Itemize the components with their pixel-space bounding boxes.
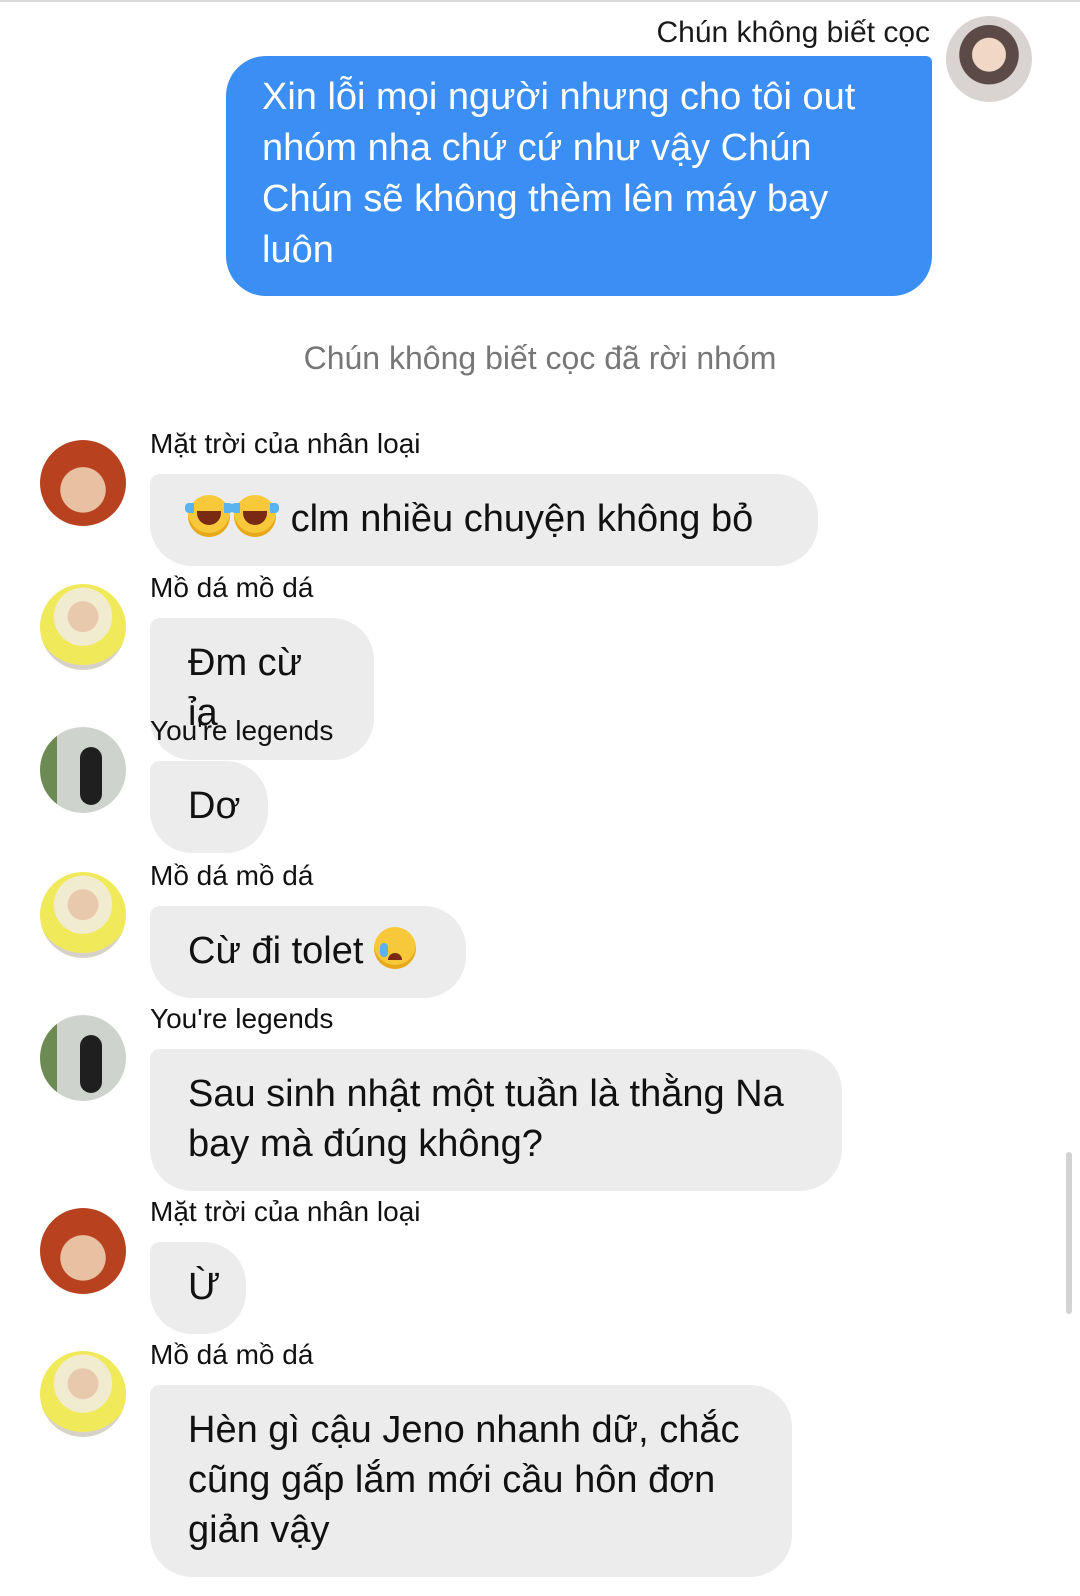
sender-avatar-yellow-shirt[interactable] [40, 584, 126, 670]
message-bubble[interactable]: Sau sinh nhật một tuần là thằng Na bay m… [150, 1049, 842, 1191]
sender-avatar-yellow-shirt[interactable] [40, 872, 126, 958]
system-left-group-notice: Chún không biết cọc đã rời nhóm [303, 340, 777, 376]
sender-name: Mồ dá mồ dá [150, 860, 314, 891]
message-bubble[interactable]: Hèn gì cậu Jeno nhanh dữ, chắc cũng gấp … [150, 1385, 792, 1577]
self-avatar[interactable] [946, 16, 1032, 102]
message-text: Dơ [188, 785, 241, 827]
sender-name: Mồ dá mồ dá [150, 572, 314, 603]
message-bubble[interactable]: Dơ [150, 761, 268, 853]
message-bubble[interactable]: clm nhiều chuyện không bỏ [150, 474, 818, 566]
crying-face-icon [373, 927, 416, 969]
outgoing-message-bubble[interactable]: Xin lỗi mọi người nhưng cho tôi out nhóm… [226, 56, 932, 296]
sender-avatar-yellow-shirt[interactable] [40, 1351, 126, 1437]
laughing-crying-face-icon [185, 495, 233, 537]
sender-name: Mặt trời của nhân loại [150, 1196, 421, 1227]
sender-name: You're legends [150, 1003, 334, 1034]
laughing-crying-face-icon [231, 495, 279, 537]
sender-name: You're legends [150, 715, 334, 746]
sender-avatar-sun[interactable] [40, 1208, 126, 1294]
chat-thread[interactable]: Chún không biết cọc Xin lỗi mọi người nh… [0, 0, 1080, 1596]
message-bubble[interactable]: Cừ đi tolet [150, 906, 466, 998]
self-name: Chún không biết cọc [656, 16, 930, 49]
message-text: Ừ [188, 1266, 221, 1308]
sender-avatar-black-shirt[interactable] [40, 727, 126, 813]
message-text: Sau sinh nhật một tuần là thằng Na bay m… [188, 1073, 784, 1165]
message-text: clm nhiều chuyện không bỏ [290, 498, 754, 540]
message-text: Cừ đi tolet [188, 930, 364, 972]
sender-name: Mặt trời của nhân loại [150, 428, 421, 459]
message-text: Hèn gì cậu Jeno nhanh dữ, chắc cũng gấp … [188, 1409, 740, 1551]
message-bubble[interactable]: Ừ [150, 1242, 246, 1334]
sender-avatar-black-shirt[interactable] [40, 1015, 126, 1101]
scrollbar[interactable] [1066, 1152, 1072, 1314]
sender-avatar-sun[interactable] [40, 440, 126, 526]
sender-name: Mồ dá mồ dá [150, 1339, 314, 1370]
